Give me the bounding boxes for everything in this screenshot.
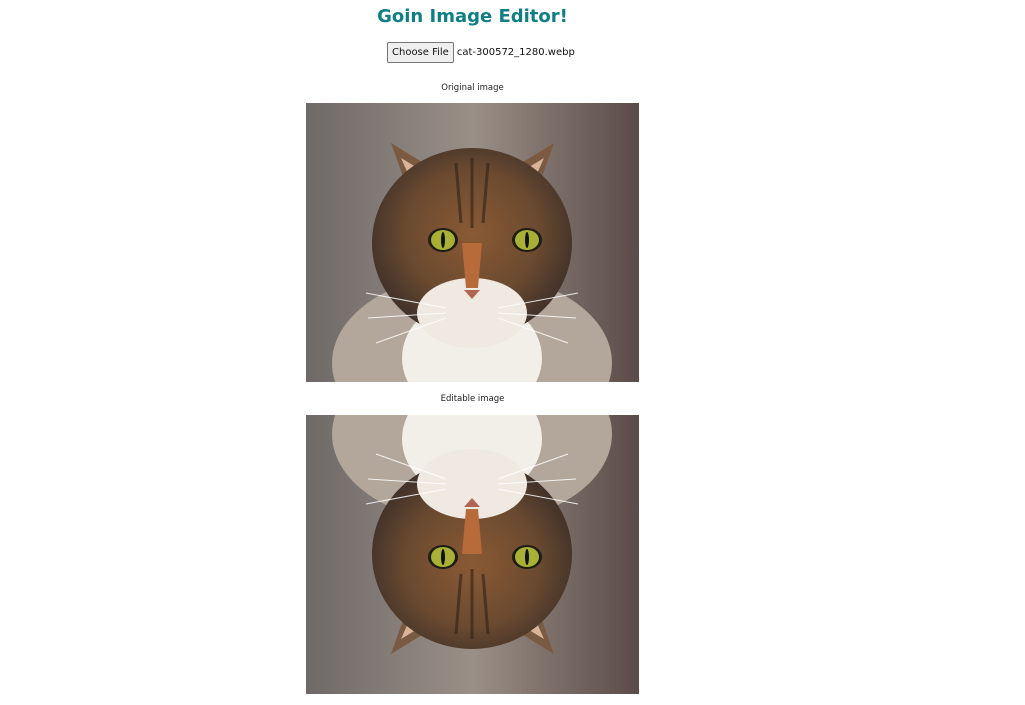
app-title: Goin Image Editor!: [377, 6, 568, 27]
selected-file-name: cat-300572_1280.webp: [456, 47, 575, 58]
original-image-caption: Original image: [441, 83, 504, 93]
cat-photo-flipped: [306, 415, 639, 694]
editable-image: [306, 415, 639, 694]
choose-file-button[interactable]: Choose File: [387, 42, 454, 63]
original-image: [306, 103, 639, 382]
file-input[interactable]: Choose File cat-300572_1280.webp: [387, 42, 575, 63]
cat-photo: [306, 103, 639, 382]
editable-image-caption: Editable image: [440, 394, 505, 404]
